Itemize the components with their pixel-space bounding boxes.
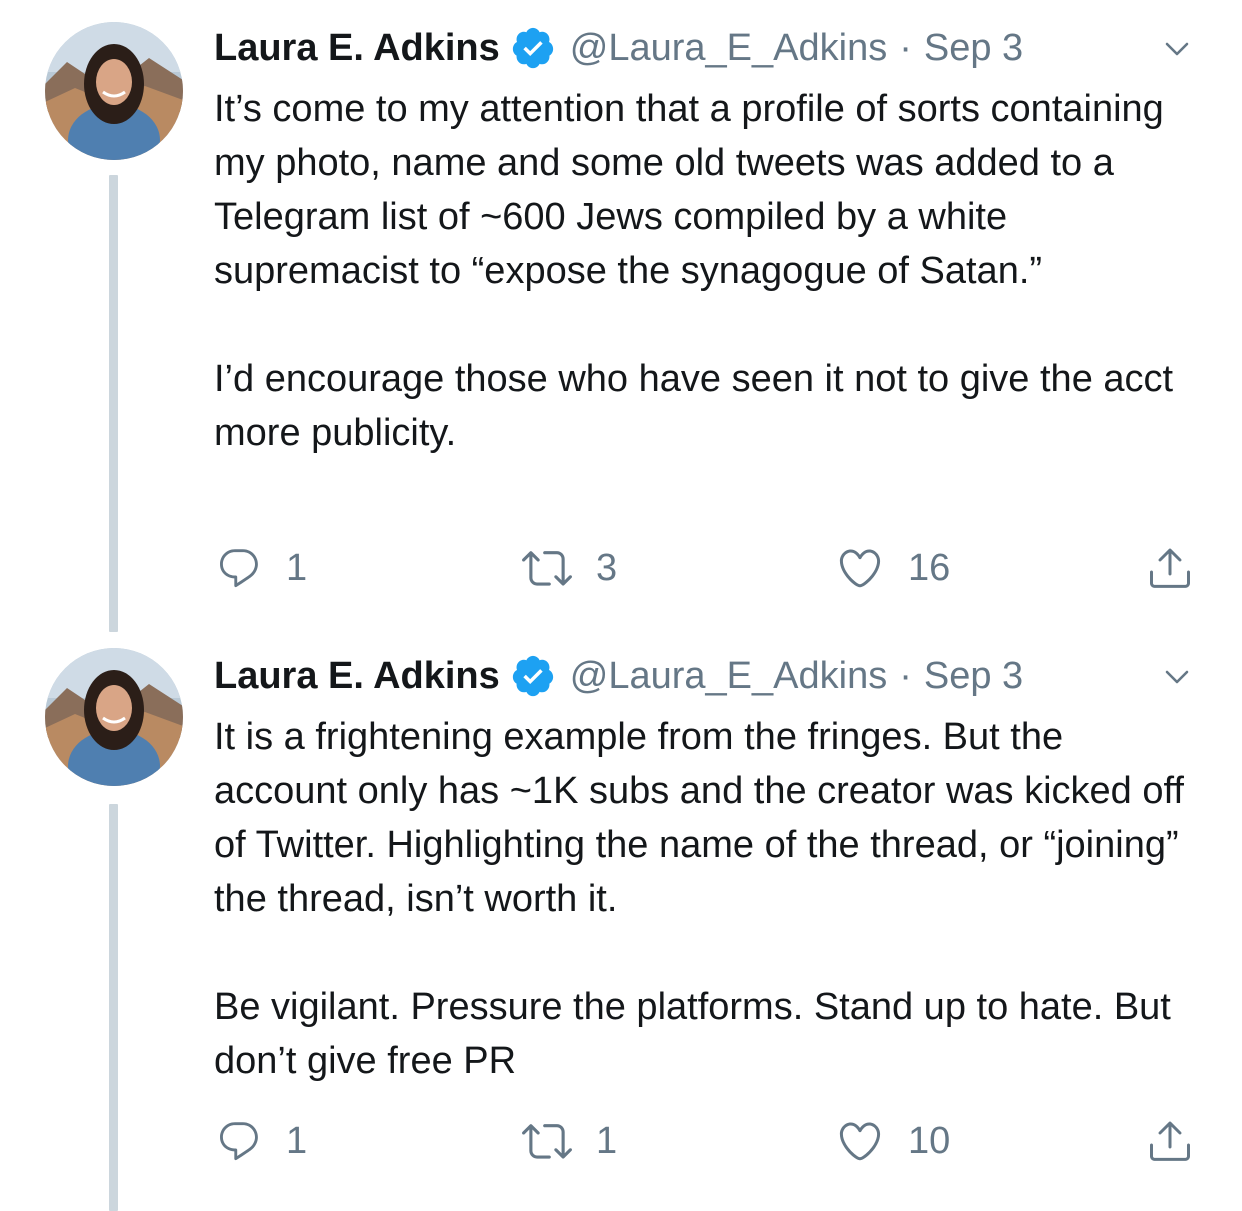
chevron-down-icon[interactable] <box>1164 664 1190 690</box>
retweet-count: 3 <box>596 546 618 589</box>
heart-icon <box>839 1122 881 1161</box>
like-button[interactable]: 10 <box>836 1111 950 1171</box>
retweet-icon <box>522 551 572 586</box>
tweet-paragraph: Be vigilant. Pressure the platforms. Sta… <box>214 986 1171 1082</box>
author-handle[interactable]: @Laura_E_Adkins <box>570 655 887 698</box>
share-button[interactable] <box>1146 1111 1194 1171</box>
like-count: 10 <box>908 1119 951 1162</box>
tweet-actions: 1 1 10 <box>214 1111 1202 1171</box>
author-handle[interactable]: @Laura_E_Adkins <box>570 27 887 70</box>
tweet-date[interactable]: Sep 3 <box>924 655 1023 698</box>
tweet-header: Laura E. Adkins @Laura_E_Adkins · Sep 3 <box>214 648 1202 704</box>
reply-count: 1 <box>286 1119 308 1162</box>
tweet-paragraph: I’d encourage those who have seen it not… <box>214 358 1174 454</box>
retweet-button[interactable]: 3 <box>522 538 617 598</box>
retweet-count: 1 <box>596 1119 618 1162</box>
reply-icon <box>220 549 258 588</box>
tweet[interactable]: Laura E. Adkins @Laura_E_Adkins · Sep 3 … <box>0 632 1242 1211</box>
thread-connector-line <box>109 804 118 1211</box>
tweet-paragraph: It’s come to my attention that a profile… <box>214 88 1164 292</box>
share-button[interactable] <box>1146 538 1194 598</box>
tweet-header: Laura E. Adkins @Laura_E_Adkins · Sep 3 <box>214 20 1202 76</box>
separator-dot: · <box>899 654 912 697</box>
thread-connector-line <box>109 175 118 632</box>
avatar[interactable] <box>45 648 183 786</box>
retweet-button[interactable]: 1 <box>522 1111 617 1171</box>
author-name[interactable]: Laura E. Adkins <box>214 27 500 70</box>
reply-icon <box>220 1122 258 1161</box>
reply-button[interactable]: 1 <box>216 538 307 598</box>
tweet-text: It is a frightening example from the fri… <box>214 710 1202 1088</box>
tweet-date[interactable]: Sep 3 <box>924 27 1023 70</box>
tweet-paragraph: It is a frightening example from the fri… <box>214 716 1184 920</box>
tweet-actions: 1 3 16 <box>214 538 1202 598</box>
like-button[interactable]: 16 <box>836 538 950 598</box>
reply-button[interactable]: 1 <box>216 1111 307 1171</box>
avatar[interactable] <box>45 22 183 160</box>
share-icon <box>1150 548 1190 588</box>
share-icon <box>1150 1121 1190 1161</box>
like-count: 16 <box>908 546 951 589</box>
retweet-icon <box>522 1124 572 1159</box>
verified-badge-icon <box>510 25 556 71</box>
tweet-text: It’s come to my attention that a profile… <box>214 82 1202 460</box>
author-name[interactable]: Laura E. Adkins <box>214 655 500 698</box>
separator-dot: · <box>899 26 912 69</box>
verified-badge-icon <box>510 653 556 699</box>
chevron-down-icon[interactable] <box>1164 36 1190 62</box>
heart-icon <box>839 549 881 588</box>
reply-count: 1 <box>286 546 308 589</box>
tweet[interactable]: Laura E. Adkins @Laura_E_Adkins · Sep 3 … <box>0 0 1242 632</box>
